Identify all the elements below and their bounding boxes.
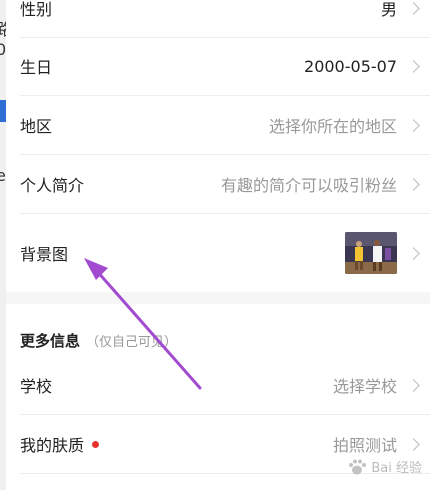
skin-type-label: 我的肤质 bbox=[20, 436, 85, 455]
chevron-right-icon bbox=[407, 437, 420, 451]
edge-text-fragment: e bbox=[0, 166, 6, 185]
chevron-right-icon bbox=[407, 246, 420, 260]
row-label: 学校 bbox=[20, 377, 53, 396]
row-region[interactable]: 地区 选择你所在的地区 bbox=[20, 96, 430, 155]
row-background-image[interactable]: 背景图 bbox=[20, 214, 430, 292]
school-placeholder: 选择学校 bbox=[332, 377, 397, 396]
gender-value: 男 bbox=[380, 0, 397, 19]
skin-test-link: 拍照测试 bbox=[332, 436, 397, 455]
region-placeholder: 选择你所在的地区 bbox=[268, 117, 397, 136]
row-label: 性别 bbox=[20, 0, 53, 19]
profile-edit-panel: 性别 男 生日 2000-05-07 地区 选择你所在的地区 个人简介 有趣的简… bbox=[6, 0, 430, 490]
row-value: 2000-05-07 bbox=[304, 57, 430, 76]
row-label: 我的肤质 bbox=[20, 432, 100, 456]
row-birthday[interactable]: 生日 2000-05-07 bbox=[20, 37, 430, 96]
row-label: 背景图 bbox=[20, 245, 69, 264]
paw-logo-icon bbox=[349, 459, 367, 474]
background-image-thumbnail[interactable] bbox=[345, 232, 397, 274]
section-title-note: （仅自己可见） bbox=[86, 335, 178, 350]
chevron-right-icon bbox=[407, 378, 420, 392]
section-title-text: 更多信息 bbox=[20, 332, 81, 350]
row-value: 选择学校 bbox=[333, 373, 430, 397]
bio-placeholder: 有趣的简介可以吸引粉丝 bbox=[220, 176, 397, 195]
section-title-more-info: 更多信息 （仅自己可见） bbox=[20, 330, 177, 351]
row-value: 拍照测试 bbox=[333, 432, 430, 456]
baidu-jingyan-watermark: Bai 经验 bbox=[347, 457, 422, 476]
section-divider bbox=[6, 292, 430, 304]
row-value: 男 bbox=[381, 0, 430, 20]
row-value bbox=[345, 232, 430, 274]
watermark-text: Bai 经验 bbox=[371, 461, 422, 476]
chevron-right-icon bbox=[407, 1, 420, 15]
row-label: 生日 bbox=[20, 58, 53, 77]
row-label: 个人简介 bbox=[20, 176, 85, 195]
row-label: 地区 bbox=[20, 117, 53, 136]
chevron-right-icon bbox=[407, 59, 420, 73]
chevron-right-icon bbox=[407, 118, 420, 132]
row-value: 选择你所在的地区 bbox=[269, 113, 430, 137]
new-badge-dot bbox=[92, 440, 100, 448]
birthday-value: 2000-05-07 bbox=[304, 56, 397, 76]
row-school[interactable]: 学校 选择学校 bbox=[20, 356, 430, 415]
chevron-right-icon bbox=[407, 177, 420, 191]
row-gender[interactable]: 性别 男 bbox=[20, 0, 430, 38]
row-bio[interactable]: 个人简介 有趣的简介可以吸引粉丝 bbox=[20, 155, 430, 214]
row-value: 有趣的简介可以吸引粉丝 bbox=[221, 172, 430, 196]
